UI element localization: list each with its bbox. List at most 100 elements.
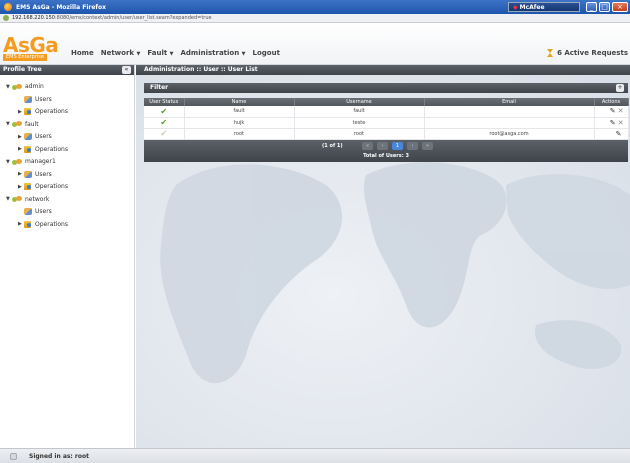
column-header-email[interactable]: Email — [424, 98, 595, 106]
main-menu: Home Network ▼ Fault ▼ Administration ▼ … — [71, 49, 280, 57]
delete-icon[interactable]: ✕ — [618, 107, 624, 115]
user-status-cell: ✔ — [144, 106, 185, 118]
table-row[interactable]: ✔ root root root@asga.com ✎ — [144, 128, 629, 140]
previous-page-button[interactable]: ‹ — [377, 141, 388, 150]
chevron-down-icon: ▼ — [136, 51, 141, 57]
next-page-button[interactable]: › — [407, 141, 418, 150]
group-icon — [12, 158, 22, 165]
tree-node-operations[interactable]: ▶ Operations — [18, 220, 68, 228]
address-bar[interactable]: 192.168.220.150:8080/ems/context/admin/u… — [0, 14, 630, 23]
tree-node-profile[interactable]: ▼ manager1 — [6, 158, 56, 165]
tree-node-users[interactable]: ▶ Users — [18, 133, 52, 140]
chevron-down-icon: ▼ — [169, 51, 174, 57]
mcafee-shield-icon: ◆ — [513, 3, 518, 11]
menu-administration[interactable]: Administration ▼ — [180, 49, 245, 57]
tree-node-operations[interactable]: ▶ Operations — [18, 108, 68, 115]
filter-label: Filter — [150, 84, 169, 91]
users-icon — [24, 133, 32, 140]
operations-icon — [24, 183, 32, 190]
table-row[interactable]: ✔ fault fault ✎ ✕ — [144, 106, 629, 118]
menu-logout[interactable]: Logout — [253, 49, 280, 57]
expand-filter-button[interactable]: + — [616, 84, 624, 92]
username-cell: root — [294, 128, 425, 140]
tree-node-label: Operations — [35, 108, 68, 115]
group-icon — [12, 121, 22, 127]
menu-fault[interactable]: Fault ▼ — [147, 49, 173, 57]
tree-node-operations[interactable]: ▶ Operations — [18, 145, 68, 153]
url-host: 192.168.220.150 — [12, 15, 55, 21]
actions-cell: ✎ ✕ — [594, 117, 629, 129]
tree-node-label: network — [25, 195, 50, 203]
filter-panel-header[interactable]: Filter + — [144, 83, 628, 93]
tree-node-users[interactable]: Users — [18, 208, 52, 215]
operations-icon — [24, 220, 32, 228]
collapse-panel-button[interactable]: « — [122, 66, 131, 74]
profile-tree-header: Profile Tree « — [0, 65, 134, 75]
column-header-actions: Actions — [594, 98, 629, 106]
users-icon — [24, 170, 32, 178]
table-header-row: User Status Name Username Email Actions — [144, 98, 629, 106]
email-cell — [424, 106, 595, 118]
chevron-down-icon: ▼ — [241, 51, 246, 57]
menu-network[interactable]: Network ▼ — [101, 49, 141, 57]
profile-tree-panel: Profile Tree « ▼ admin Users ▶ Operations ▼ fa… — [0, 65, 135, 448]
mcafee-label: McAfee — [519, 3, 545, 11]
name-cell: hujk — [184, 117, 295, 129]
status-icon — [10, 452, 17, 460]
tree-node-profile[interactable]: ▼ fault — [6, 121, 39, 128]
email-cell — [424, 117, 595, 129]
column-header-username[interactable]: Username — [294, 98, 425, 106]
site-identity-icon[interactable] — [3, 15, 9, 21]
hourglass-icon — [547, 49, 554, 57]
tree-node-profile[interactable]: ▼ network — [6, 196, 49, 203]
tree-node-operations[interactable]: ▶ Operations — [18, 183, 68, 190]
email-cell: root@asga.com — [424, 128, 595, 140]
mcafee-toolbar-button[interactable]: ◆ McAfee — [508, 2, 580, 12]
minimize-button[interactable]: _ — [586, 2, 597, 12]
profile-tree-title: Profile Tree — [3, 66, 42, 73]
window-title: EMS AsGa - Mozilla Firefox — [16, 3, 107, 11]
edit-icon[interactable]: ✎ — [610, 107, 616, 115]
users-icon — [24, 208, 32, 215]
operations-icon — [24, 145, 32, 153]
tree-node-label: manager1 — [25, 158, 56, 165]
tree-node-label: Operations — [35, 145, 68, 153]
group-icon — [12, 196, 22, 202]
breadcrumb: Administration :: User :: User List — [136, 65, 630, 75]
table-row[interactable]: ✔ hujk teste ✎ ✕ — [144, 117, 629, 129]
firefox-icon — [4, 3, 12, 11]
tree-node-profile[interactable]: ▼ admin — [6, 83, 44, 90]
name-cell: fault — [184, 106, 295, 118]
tree-node-users[interactable]: Users — [18, 95, 52, 103]
user-status-cell: ✔ — [144, 117, 185, 129]
delete-icon[interactable]: ✕ — [618, 119, 624, 127]
signed-in-label: Signed in as: root — [29, 452, 89, 460]
asga-logo[interactable]: AsGa — [3, 35, 59, 55]
active-check-icon: ✔ — [160, 118, 168, 127]
edit-icon[interactable]: ✎ — [610, 119, 616, 127]
url-path: :8080/ems/context/admin/user/user_list.s… — [54, 15, 212, 21]
edit-icon[interactable]: ✎ — [616, 130, 622, 138]
username-cell: fault — [294, 106, 425, 118]
logo-subtitle: EMS Enterprise — [3, 54, 47, 61]
restore-button[interactable]: □ — [599, 2, 610, 12]
group-icon — [12, 83, 22, 90]
first-page-button[interactable]: « — [362, 141, 373, 150]
app-header: AsGa EMS Enterprise — [0, 23, 630, 65]
column-header-user-status[interactable]: User Status — [144, 98, 185, 106]
menu-home[interactable]: Home — [71, 49, 94, 57]
active-requests-indicator[interactable]: 6 Active Requests — [547, 49, 628, 57]
name-cell: root — [184, 128, 295, 140]
page-info: (1 of 1) — [322, 142, 343, 149]
user-list-content: Filter + User Status Name Username Email… — [144, 83, 629, 162]
column-header-name[interactable]: Name — [184, 98, 295, 106]
operations-icon — [24, 108, 32, 115]
close-window-button[interactable]: × — [612, 2, 628, 12]
tree-node-users[interactable]: ▶ Users — [18, 170, 52, 178]
page-1-button[interactable]: 1 — [392, 141, 403, 150]
main-content: Administration :: User :: User List Filt… — [136, 65, 630, 448]
url-text[interactable]: 192.168.220.150:8080/ems/context/admin/u… — [12, 15, 212, 21]
inactive-check-icon: ✔ — [160, 129, 168, 138]
tree-node-label: fault — [25, 120, 39, 128]
last-page-button[interactable]: » — [422, 141, 433, 150]
